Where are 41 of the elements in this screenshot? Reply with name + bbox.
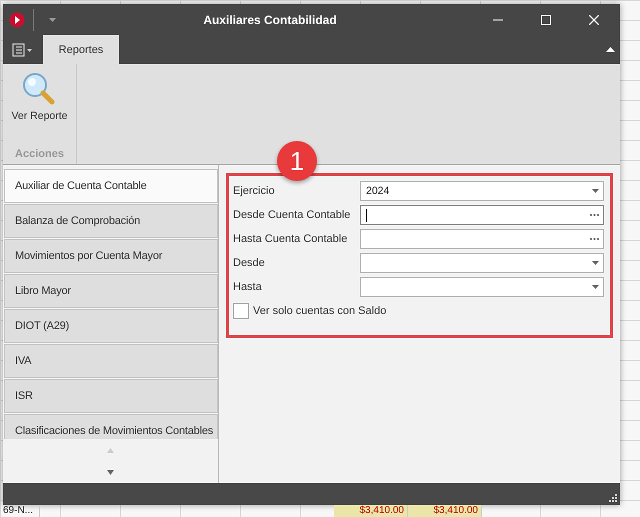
view-report-button[interactable]: Ver Reporte xyxy=(11,70,68,124)
dropdown-field[interactable] xyxy=(360,253,604,273)
app-logo-icon xyxy=(9,12,25,28)
report-list-item[interactable]: DIOT (A29) xyxy=(4,309,218,343)
collapse-icon xyxy=(606,47,614,52)
maximize-icon xyxy=(541,14,551,24)
lookup-field[interactable] xyxy=(360,229,604,249)
report-list-item[interactable]: Balanza de Comprobación xyxy=(4,204,218,238)
close-icon xyxy=(589,14,599,24)
caret-icon xyxy=(592,261,599,265)
dropdown-field[interactable] xyxy=(360,277,604,297)
report-list-item[interactable]: Movimientos por Cuenta Mayor xyxy=(4,239,218,273)
caret-icon xyxy=(592,189,599,193)
lookup-field[interactable] xyxy=(360,205,604,225)
checkbox-label: Ver solo cuentas con Saldo xyxy=(253,305,386,317)
caret-icon xyxy=(48,18,56,22)
report-list-item[interactable]: Auxiliar de Cuenta Contable xyxy=(4,169,218,203)
field-label: Ejercicio xyxy=(233,185,276,197)
resize-grip-icon xyxy=(608,493,617,502)
ribbon-tab[interactable]: Reportes xyxy=(43,35,119,64)
field-label: Hasta xyxy=(233,281,263,293)
checkbox[interactable] xyxy=(233,303,249,319)
field-label: Hasta Cuenta Contable xyxy=(233,233,348,245)
report-list-item[interactable]: IVA xyxy=(4,344,218,378)
menu-icon xyxy=(12,42,34,56)
field-label: Desde xyxy=(233,257,266,269)
report-list-item[interactable]: ISR xyxy=(4,379,218,413)
report-list-item[interactable]: Clasificaciones de Movimientos Contables xyxy=(4,414,218,439)
down-arrow-icon xyxy=(107,470,114,474)
sheet-cell: $3,410.00 xyxy=(408,505,482,517)
report-list-item[interactable]: Libro Mayor xyxy=(4,274,218,308)
scroll-down-button[interactable] xyxy=(107,470,114,474)
window-title: Auxiliares Contabilidad xyxy=(202,12,338,26)
caret-icon xyxy=(592,285,599,289)
sheet-cell: 69-N... xyxy=(0,505,40,517)
sheet-cell: $3,410.00 xyxy=(334,505,408,517)
dropdown-field[interactable]: 2024 xyxy=(360,181,604,201)
up-arrow-icon xyxy=(107,448,114,452)
group-label: Acciones xyxy=(15,148,64,160)
magnifier-icon xyxy=(21,72,58,106)
field-label: Desde Cuenta Contable xyxy=(233,209,352,221)
